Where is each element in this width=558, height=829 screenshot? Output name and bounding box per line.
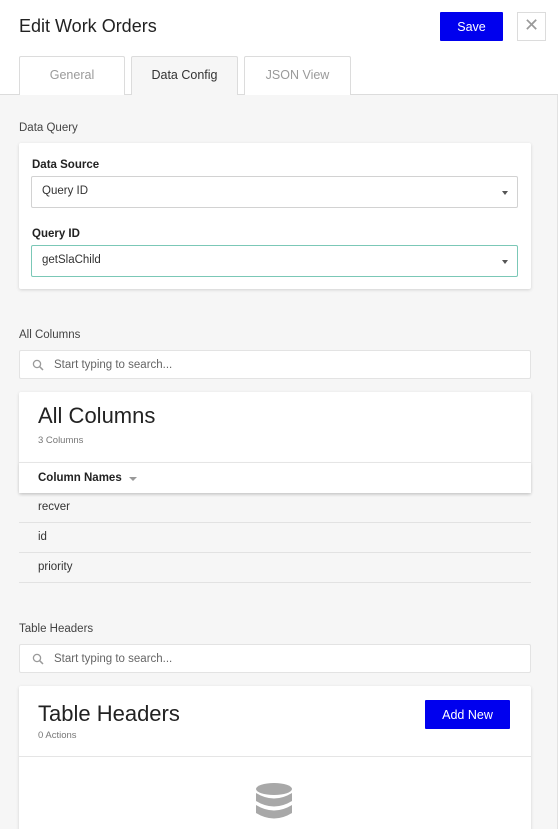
table-row[interactable]: recver bbox=[19, 493, 531, 523]
column-name: recver bbox=[38, 501, 70, 513]
chevron-down-icon bbox=[502, 191, 508, 195]
search-icon bbox=[32, 653, 44, 665]
column-count: 3 Columns bbox=[38, 435, 84, 446]
data-source-select[interactable]: Query ID bbox=[31, 176, 518, 208]
database-icon bbox=[256, 783, 292, 819]
content-area: Data Query Data Source Query ID Query ID… bbox=[0, 95, 558, 829]
data-source-value: Query ID bbox=[42, 185, 89, 197]
data-query-section-label: Data Query bbox=[19, 122, 78, 134]
data-query-card: Data Source Query ID Query ID getSlaChil… bbox=[19, 143, 531, 289]
all-columns-section-label: All Columns bbox=[19, 329, 81, 341]
data-source-label: Data Source bbox=[32, 159, 100, 171]
table-headers-card: Table Headers 0 Actions Add New bbox=[19, 686, 531, 829]
query-id-value: getSlaChild bbox=[42, 254, 101, 266]
search-placeholder: Start typing to search... bbox=[54, 359, 173, 371]
empty-state bbox=[19, 756, 531, 829]
search-icon bbox=[32, 359, 44, 371]
save-button[interactable]: Save bbox=[440, 12, 503, 41]
sort-down-icon[interactable] bbox=[129, 477, 137, 481]
table-row[interactable]: id bbox=[19, 523, 531, 553]
tab-general[interactable]: General bbox=[19, 56, 125, 95]
add-new-button[interactable]: Add New bbox=[425, 700, 510, 729]
close-icon: ✕ bbox=[523, 15, 540, 36]
table-headers-search-input[interactable]: Start typing to search... bbox=[19, 644, 531, 673]
tab-data-config[interactable]: Data Config bbox=[131, 56, 238, 96]
column-names-header[interactable]: Column Names bbox=[19, 462, 531, 493]
close-button[interactable]: ✕ bbox=[517, 12, 546, 41]
table-headers-title: Table Headers bbox=[38, 701, 180, 726]
all-columns-card: All Columns 3 Columns Column Names bbox=[19, 392, 531, 493]
search-placeholder: Start typing to search... bbox=[54, 653, 173, 665]
tab-bar: General Data Config JSON View bbox=[0, 56, 558, 96]
modal-header: Edit Work Orders Save ✕ bbox=[0, 0, 558, 58]
column-name: priority bbox=[38, 561, 73, 573]
query-id-label: Query ID bbox=[32, 228, 80, 240]
table-row[interactable]: priority bbox=[19, 553, 531, 583]
tab-json-view[interactable]: JSON View bbox=[244, 56, 351, 95]
chevron-down-icon bbox=[502, 260, 508, 264]
page-title: Edit Work Orders bbox=[19, 16, 157, 36]
table-headers-section-label: Table Headers bbox=[19, 623, 94, 635]
actions-count: 0 Actions bbox=[38, 730, 77, 741]
column-names-label: Column Names bbox=[38, 472, 122, 484]
column-name: id bbox=[38, 531, 47, 543]
all-columns-search-input[interactable]: Start typing to search... bbox=[19, 350, 531, 379]
all-columns-title: All Columns bbox=[38, 403, 156, 428]
query-id-select[interactable]: getSlaChild bbox=[31, 245, 518, 277]
